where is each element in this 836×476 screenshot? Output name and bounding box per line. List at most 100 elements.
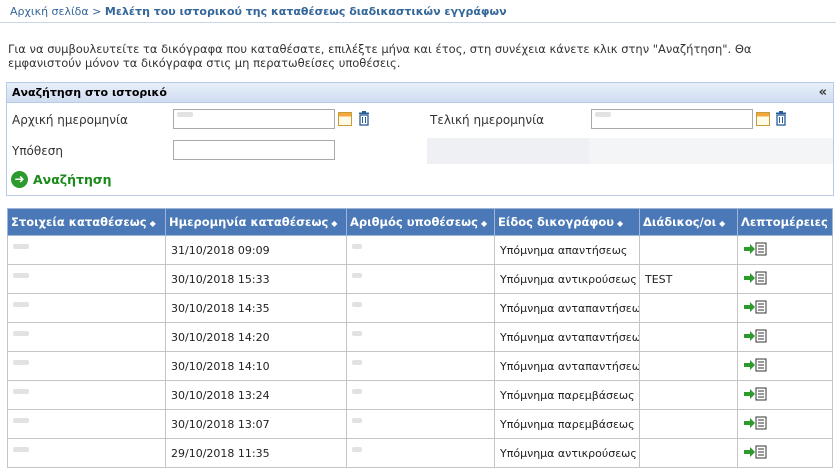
search-panel-title: Αναζήτηση στο ιστορικό bbox=[12, 86, 167, 99]
breadcrumb-home-link[interactable]: Αρχική σελίδα bbox=[10, 5, 89, 18]
document-type-cell: Υπόμνημα αντικρούσεως bbox=[494, 264, 640, 294]
case-number-cell bbox=[346, 322, 495, 352]
table-row: 31/10/2018 09:09 Υπόμνημα απαντήσεως bbox=[7, 235, 833, 265]
filing-details-cell bbox=[7, 322, 166, 352]
end-date-input[interactable] bbox=[591, 109, 753, 129]
table-header-row: Στοιχεία καταθέσεως ◆ Ημερομηνία καταθέσε… bbox=[7, 208, 833, 236]
start-date-label: Αρχική ημερομηνία bbox=[12, 113, 128, 127]
filing-details-cell bbox=[7, 409, 166, 439]
trash-icon[interactable] bbox=[358, 111, 370, 126]
filing-details-cell bbox=[7, 264, 166, 294]
case-input[interactable] bbox=[173, 140, 335, 160]
end-date-label: Τελική ημερομηνία bbox=[430, 113, 545, 127]
filing-details-cell bbox=[7, 351, 166, 381]
case-number-cell bbox=[346, 264, 495, 294]
party-cell bbox=[639, 380, 738, 410]
arrow-right-circle-icon: ➜ bbox=[11, 170, 28, 188]
case-number-cell bbox=[346, 438, 495, 468]
document-type-cell: Υπόμνημα ανταπαντήσεως bbox=[494, 351, 640, 381]
document-arrow-icon[interactable] bbox=[743, 416, 767, 430]
document-arrow-icon[interactable] bbox=[743, 242, 767, 256]
document-arrow-icon[interactable] bbox=[743, 300, 767, 314]
column-header[interactable]: Διάδικος/οι ◆ bbox=[639, 208, 738, 236]
search-panel: Αναζήτηση στο ιστορικό « Αρχική ημερομην… bbox=[6, 82, 834, 196]
table-row: 30/10/2018 14:10 Υπόμνημα ανταπαντήσεως bbox=[7, 351, 833, 381]
column-header[interactable]: Αριθμός υποθέσεως ◆ bbox=[346, 208, 495, 236]
empty-cell bbox=[589, 138, 833, 164]
document-arrow-icon[interactable] bbox=[743, 387, 767, 401]
filing-details-cell bbox=[7, 235, 166, 265]
column-header[interactable]: Ημερομηνία καταθέσεως ◆ bbox=[165, 208, 347, 236]
document-type-cell: Υπόμνημα απαντήσεως bbox=[494, 235, 640, 265]
sort-icon[interactable]: ◆ bbox=[481, 219, 487, 228]
calendar-icon[interactable] bbox=[338, 112, 352, 126]
party-cell bbox=[639, 438, 738, 468]
filing-date-cell: 30/10/2018 14:20 bbox=[165, 322, 347, 352]
filing-date-cell: 30/10/2018 13:07 bbox=[165, 409, 347, 439]
intro-text: Για να συμβουλευτείτε τα δικόγραφα που κ… bbox=[8, 42, 752, 70]
table-row: 30/10/2018 15:33 Υπόμνημα αντικρούσεως TES… bbox=[7, 264, 833, 294]
table-row: 29/10/2018 11:35 Υπόμνημα αντικρούσεως bbox=[7, 438, 833, 468]
filing-date-cell: 30/10/2018 14:35 bbox=[165, 293, 347, 323]
column-header: Λεπτομέρειες bbox=[737, 208, 833, 236]
filing-date-cell: 31/10/2018 09:09 bbox=[165, 235, 347, 265]
empty-cell bbox=[427, 138, 589, 164]
document-type-cell: Υπόμνημα ανταπαντήσεως bbox=[494, 293, 640, 323]
document-type-cell: Υπόμνημα αντικρούσεως bbox=[494, 438, 640, 468]
party-cell bbox=[639, 293, 738, 323]
details-cell bbox=[737, 322, 833, 352]
details-cell bbox=[737, 380, 833, 410]
filing-date-cell: 30/10/2018 15:33 bbox=[165, 264, 347, 294]
document-arrow-icon[interactable] bbox=[743, 445, 767, 459]
party-cell bbox=[639, 322, 738, 352]
breadcrumb-divider bbox=[0, 22, 836, 23]
details-cell bbox=[737, 264, 833, 294]
document-type-cell: Υπόμνημα παρεμβάσεως bbox=[494, 380, 640, 410]
case-number-cell bbox=[346, 380, 495, 410]
case-label: Υπόθεση bbox=[12, 144, 63, 158]
filing-details-cell bbox=[7, 380, 166, 410]
party-cell: TEST bbox=[639, 264, 738, 294]
case-row: Υπόθεση bbox=[7, 138, 833, 164]
filing-date-cell: 30/10/2018 14:10 bbox=[165, 351, 347, 381]
breadcrumb-separator: > bbox=[92, 5, 102, 18]
details-cell bbox=[737, 351, 833, 381]
document-type-cell: Υπόμνημα ανταπαντήσεως bbox=[494, 322, 640, 352]
breadcrumb-current: Μελέτη του ιστορικού της καταθέσεως διαδ… bbox=[104, 5, 507, 18]
filing-date-cell: 29/10/2018 11:35 bbox=[165, 438, 347, 468]
sort-icon[interactable]: ◆ bbox=[331, 219, 337, 228]
trash-icon[interactable] bbox=[775, 111, 787, 126]
filing-date-cell: 30/10/2018 13:24 bbox=[165, 380, 347, 410]
filing-details-cell bbox=[7, 438, 166, 468]
search-button-label: Αναζήτηση bbox=[33, 171, 112, 187]
sort-icon[interactable]: ◆ bbox=[719, 219, 725, 228]
sort-icon[interactable]: ◆ bbox=[617, 219, 623, 228]
document-type-cell: Υπόμνημα παρεμβάσεως bbox=[494, 409, 640, 439]
case-number-cell bbox=[346, 293, 495, 323]
history-table: Στοιχεία καταθέσεως ◆ Ημερομηνία καταθέσε… bbox=[7, 208, 833, 468]
column-header[interactable]: Είδος δικογράφου ◆ bbox=[494, 208, 640, 236]
party-cell bbox=[639, 351, 738, 381]
start-date-input[interactable] bbox=[173, 109, 335, 129]
document-arrow-icon[interactable] bbox=[743, 358, 767, 372]
party-cell bbox=[639, 235, 738, 265]
party-cell bbox=[639, 409, 738, 439]
details-cell bbox=[737, 438, 833, 468]
sort-icon[interactable]: ◆ bbox=[150, 219, 156, 228]
table-row: 30/10/2018 14:35 Υπόμνημα ανταπαντήσεως bbox=[7, 293, 833, 323]
case-number-cell bbox=[346, 351, 495, 381]
date-row: Αρχική ημερομηνία Τελική ημερομηνία bbox=[7, 107, 833, 133]
case-number-cell bbox=[346, 409, 495, 439]
case-number-cell bbox=[346, 235, 495, 265]
column-header[interactable]: Στοιχεία καταθέσεως ◆ bbox=[7, 208, 166, 236]
document-arrow-icon[interactable] bbox=[743, 271, 767, 285]
collapse-icon[interactable]: « bbox=[819, 83, 827, 102]
search-button[interactable]: ➜ Αναζήτηση bbox=[11, 169, 112, 189]
table-row: 30/10/2018 13:24 Υπόμνημα παρεμβάσεως bbox=[7, 380, 833, 410]
document-arrow-icon[interactable] bbox=[743, 329, 767, 343]
calendar-icon[interactable] bbox=[756, 112, 770, 126]
details-cell bbox=[737, 293, 833, 323]
search-panel-header: Αναζήτηση στο ιστορικό « bbox=[7, 83, 833, 103]
breadcrumb: Αρχική σελίδα > Μελέτη του ιστορικού της… bbox=[10, 5, 507, 18]
details-cell bbox=[737, 235, 833, 265]
